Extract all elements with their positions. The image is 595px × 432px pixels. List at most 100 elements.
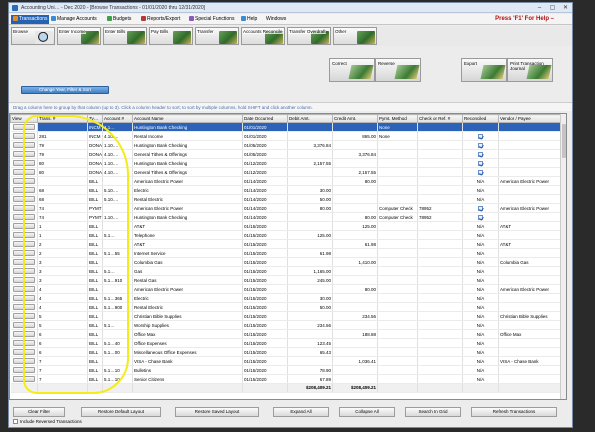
view-button[interactable] bbox=[12, 133, 35, 139]
view-button[interactable] bbox=[12, 277, 35, 283]
action-export-button[interactable]: Export bbox=[461, 58, 507, 82]
menu-special-functions[interactable]: Special Functions bbox=[187, 15, 236, 24]
reconciled-check-icon[interactable] bbox=[478, 214, 483, 220]
column-header-trans[interactable]: Trans. # bbox=[37, 114, 88, 123]
table-row[interactable]: INCM 4.1… Huntington Bank Checking 01/01/20… bbox=[10, 122, 563, 132]
reconciled-check-icon[interactable] bbox=[478, 160, 483, 166]
table-row[interactable]: 6 BILL 5.1…40 Office Expenses 01/15/2020 123.… bbox=[10, 338, 563, 348]
toolbar-other-button[interactable]: Other bbox=[333, 27, 377, 45]
view-button[interactable] bbox=[12, 142, 35, 148]
reconciled-check-icon[interactable] bbox=[478, 151, 483, 157]
table-row[interactable]: 7 BILL 5.1…10 Bulletins 01/15/2020 78.90 N/A bbox=[10, 365, 563, 375]
table-row[interactable]: 68 BILL 5.10.… Rental Electric 01/14/2020 50.… bbox=[10, 194, 563, 204]
column-header-pymt-method[interactable]: Pymt. Method bbox=[377, 114, 418, 123]
table-row[interactable]: 4 BILL American Electric Power 01/15/2020 80… bbox=[10, 284, 563, 294]
table-row[interactable]: 3 BILL 5.1…910 Rental Gas 01/15/2020 245.00 N/… bbox=[10, 275, 563, 285]
view-button[interactable] bbox=[12, 214, 35, 220]
column-header-check-or-ref[interactable]: Check or Ref. # bbox=[417, 114, 463, 123]
menu-windows[interactable]: Windows bbox=[264, 15, 288, 24]
reconciled-check-icon[interactable] bbox=[478, 133, 483, 139]
view-button[interactable] bbox=[12, 223, 35, 229]
expand-all-button[interactable]: Expand All bbox=[273, 407, 329, 417]
collapse-all-button[interactable]: Collapse All bbox=[339, 407, 395, 417]
menu-budgets[interactable]: Budgets bbox=[105, 15, 133, 24]
table-row[interactable]: 6 BILL 5.1…00 Miscellaneous Office Expenses… bbox=[10, 347, 563, 357]
view-button[interactable] bbox=[12, 196, 35, 202]
minimize-button[interactable]: – bbox=[533, 3, 546, 13]
table-row[interactable]: 3 BILL 5.1… Gas 01/15/2020 1,165.00 N/A bbox=[10, 266, 563, 276]
table-row[interactable]: 4 BILL 5.1…365 Electric 01/15/2020 30.00 N/A bbox=[10, 293, 563, 303]
table-row[interactable]: 2 BILL AT&T 01/15/2020 61.98 N/A AT&T bbox=[10, 239, 563, 249]
column-header-ty[interactable]: Ty… bbox=[87, 114, 103, 123]
view-button[interactable] bbox=[12, 304, 35, 310]
view-button[interactable] bbox=[12, 349, 35, 355]
table-row[interactable]: BILL American Electric Power 01/14/2020 80.… bbox=[10, 176, 563, 186]
table-row[interactable]: 7 BILL VISA - Chase Bank 01/15/2020 1,036.41… bbox=[10, 356, 563, 366]
refresh-transactions-button[interactable]: Refresh Transactions bbox=[471, 407, 557, 417]
group-by-bar[interactable]: Drag a column here to group by that colu… bbox=[9, 102, 572, 111]
action-print-transaction-journal-button[interactable]: Print Transaction Journal bbox=[507, 58, 553, 82]
table-row[interactable]: 7 BILL 5.1…10 Senior Citizens 01/15/2020 67.8… bbox=[10, 374, 563, 384]
table-row[interactable]: 74 PYMT American Electric Power 01/14/2020 8… bbox=[10, 203, 563, 213]
action-correct-button[interactable]: Correct bbox=[329, 58, 375, 82]
view-button[interactable] bbox=[12, 367, 35, 373]
table-row[interactable]: 80 DONA 4.10.… General Tithes & Offerings 01… bbox=[10, 167, 563, 177]
checkbox-box[interactable] bbox=[13, 419, 18, 425]
toolbar-pay-bills-button[interactable]: Pay Bills bbox=[149, 27, 193, 45]
view-button[interactable] bbox=[12, 160, 35, 166]
view-button[interactable] bbox=[12, 259, 35, 265]
table-row[interactable]: 79 DONA 4.10.… General Tithes & Offerings 01… bbox=[10, 149, 563, 159]
table-row[interactable]: 281 INCM 4.10.… Rental Income 01/01/2020 865.… bbox=[10, 131, 563, 141]
view-button[interactable] bbox=[12, 322, 35, 328]
table-row[interactable]: 2 BILL 5.1…55 Internet Service 01/15/2020 61.… bbox=[10, 248, 563, 258]
view-button[interactable] bbox=[12, 268, 35, 274]
menu-help[interactable]: Help bbox=[239, 15, 259, 24]
table-row[interactable]: 3 BILL Columbia Gas 01/15/2020 1,410.00 N/A Co… bbox=[10, 257, 563, 267]
table-row[interactable]: 74 PYMT 1.10.… Huntington Bank Checking 01/1… bbox=[10, 212, 563, 222]
view-button[interactable] bbox=[12, 295, 35, 301]
toolbar-accounts-reconcile-button[interactable]: Accounts Reconcile bbox=[241, 27, 285, 45]
table-row[interactable]: 5 BILL 5.1… Worship Supplies 01/15/2020 234.5… bbox=[10, 320, 563, 330]
reconciled-check-icon[interactable] bbox=[478, 142, 483, 148]
view-button[interactable] bbox=[12, 187, 35, 193]
view-button[interactable] bbox=[12, 286, 35, 292]
column-header-date-occurred[interactable]: Date Occurred bbox=[242, 114, 288, 123]
view-button[interactable] bbox=[12, 151, 35, 157]
view-button[interactable] bbox=[12, 250, 35, 256]
table-row[interactable]: 68 BILL 5.10.… Electric 01/14/2020 30.00 N/A bbox=[10, 185, 563, 195]
include-reversed-checkbox[interactable]: Include Reversed Transactions bbox=[13, 419, 82, 425]
scrollbar-thumb[interactable] bbox=[562, 124, 566, 158]
table-row[interactable]: 1 BILL 5.1… Telephone 01/15/2020 125.00 N/A bbox=[10, 230, 563, 240]
toolbar-browse-button[interactable]: Browse bbox=[11, 27, 55, 45]
view-button[interactable] bbox=[12, 178, 35, 184]
view-button[interactable] bbox=[12, 358, 35, 364]
change-year-filter-sort-button[interactable]: Change Year, Filter & Sort bbox=[21, 86, 109, 94]
view-button[interactable] bbox=[12, 232, 35, 238]
column-header-vendor-payee[interactable]: Vendor / Payee bbox=[498, 114, 563, 123]
column-header-reconciled[interactable]: Reconciled bbox=[462, 114, 499, 123]
menu-manage-accounts[interactable]: Manage Accounts bbox=[49, 15, 99, 24]
table-row[interactable]: 5 BILL Christian Bible Supplies 01/15/2020 2… bbox=[10, 311, 563, 321]
vertical-scrollbar[interactable] bbox=[560, 114, 566, 399]
column-header-credit-amt[interactable]: Credit Amt. bbox=[332, 114, 378, 123]
toolbar-enter-bills-button[interactable]: Enter Bills bbox=[103, 27, 147, 45]
table-row[interactable]: 80 DONA 1.10.… Huntington Bank Checking 01/1… bbox=[10, 158, 563, 168]
menu-reports-export[interactable]: Reports/Export bbox=[139, 15, 182, 24]
clear-filter-button[interactable]: Clear Filter bbox=[13, 407, 65, 417]
view-button[interactable] bbox=[12, 169, 35, 175]
table-row[interactable]: 1 BILL AT&T 01/15/2020 125.00 N/A AT&T bbox=[10, 221, 563, 231]
close-button[interactable]: ✕ bbox=[559, 3, 572, 13]
column-header-debit-amt[interactable]: Debit Amt. bbox=[287, 114, 333, 123]
table-row[interactable]: 79 DONA 1.10.… Huntington Bank Checking 01/0… bbox=[10, 140, 563, 150]
search-in-grid-button[interactable]: Search In Grid bbox=[405, 407, 461, 417]
view-button[interactable] bbox=[12, 205, 35, 211]
view-button[interactable] bbox=[12, 313, 35, 319]
view-button[interactable] bbox=[12, 340, 35, 346]
toolbar-transfer-button[interactable]: Transfer bbox=[195, 27, 239, 45]
table-row[interactable]: 6 BILL Office Max 01/15/2020 188.88 N/A Office… bbox=[10, 329, 563, 339]
column-header-view[interactable]: View bbox=[10, 114, 38, 123]
column-header-account-name[interactable]: Account Name bbox=[132, 114, 243, 123]
table-row[interactable]: 4 BILL 5.1…900 Rental Electric 01/15/2020 50.… bbox=[10, 302, 563, 312]
view-button[interactable] bbox=[12, 331, 35, 337]
maximize-button[interactable]: ▢ bbox=[546, 3, 559, 13]
